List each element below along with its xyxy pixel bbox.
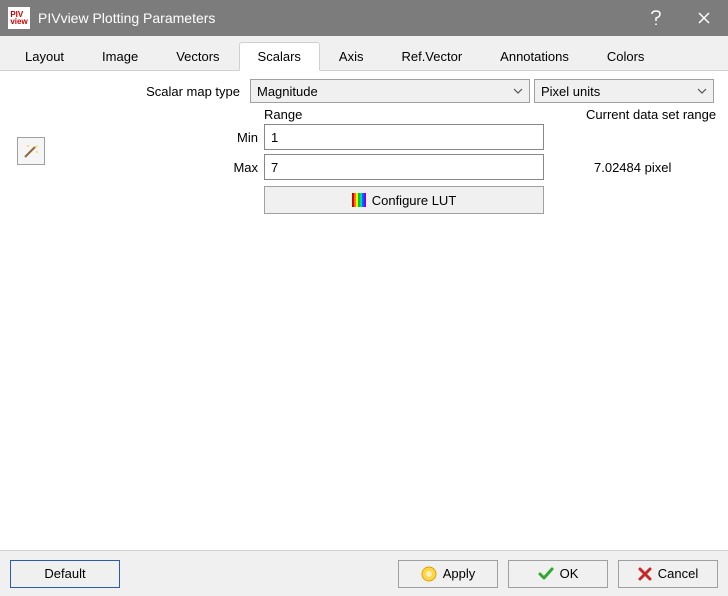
magic-wand-button[interactable] [17, 137, 45, 165]
current-range-header: Current data set range [586, 107, 716, 122]
configure-lut-label: Configure LUT [372, 193, 457, 208]
max-input[interactable] [264, 154, 544, 180]
tab-refvector[interactable]: Ref.Vector [382, 42, 481, 70]
window-title: PIVview Plotting Parameters [38, 10, 632, 26]
min-label: Min [52, 130, 264, 145]
min-input[interactable] [264, 124, 544, 150]
default-button[interactable]: Default [10, 560, 120, 588]
scalar-map-type-combo[interactable]: Magnitude [250, 79, 530, 103]
configure-lut-button[interactable]: Configure LUT [264, 186, 544, 214]
scalar-map-type-value: Magnitude [257, 84, 318, 99]
help-button[interactable] [632, 0, 680, 36]
cancel-button[interactable]: Cancel [618, 560, 718, 588]
tab-content: Scalar map type Magnitude Pixel units Ra… [0, 71, 728, 527]
close-button[interactable] [680, 0, 728, 36]
apply-button[interactable]: Apply [398, 560, 498, 588]
apply-icon [421, 566, 437, 582]
close-icon [698, 12, 710, 24]
check-icon [538, 566, 554, 582]
tab-bar: Layout Image Vectors Scalars Axis Ref.Ve… [0, 36, 728, 71]
current-range-value: 7.02484 pixel [594, 160, 671, 175]
cancel-icon [638, 567, 652, 581]
button-bar: Default Apply OK Cancel [0, 550, 728, 596]
apply-button-label: Apply [443, 566, 476, 581]
tab-scalars[interactable]: Scalars [239, 42, 320, 71]
app-icon: PIVview [8, 7, 30, 29]
help-icon [650, 10, 662, 26]
tab-vectors[interactable]: Vectors [157, 42, 238, 70]
range-header: Range [264, 107, 544, 122]
units-combo[interactable]: Pixel units [534, 79, 714, 103]
ok-button-label: OK [560, 566, 579, 581]
tab-colors[interactable]: Colors [588, 42, 664, 70]
chevron-down-icon [513, 88, 523, 94]
magic-wand-icon [22, 142, 40, 160]
cancel-button-label: Cancel [658, 566, 698, 581]
tab-image[interactable]: Image [83, 42, 157, 70]
default-button-label: Default [44, 566, 85, 581]
ok-button[interactable]: OK [508, 560, 608, 588]
titlebar: PIVview PIVview Plotting Parameters [0, 0, 728, 36]
lut-icon [352, 193, 366, 207]
chevron-down-icon [697, 88, 707, 94]
tab-axis[interactable]: Axis [320, 42, 383, 70]
units-value: Pixel units [541, 84, 600, 99]
tab-layout[interactable]: Layout [6, 42, 83, 70]
tab-annotations[interactable]: Annotations [481, 42, 588, 70]
scalar-map-type-label: Scalar map type [10, 84, 246, 99]
max-label: Max [52, 160, 264, 175]
